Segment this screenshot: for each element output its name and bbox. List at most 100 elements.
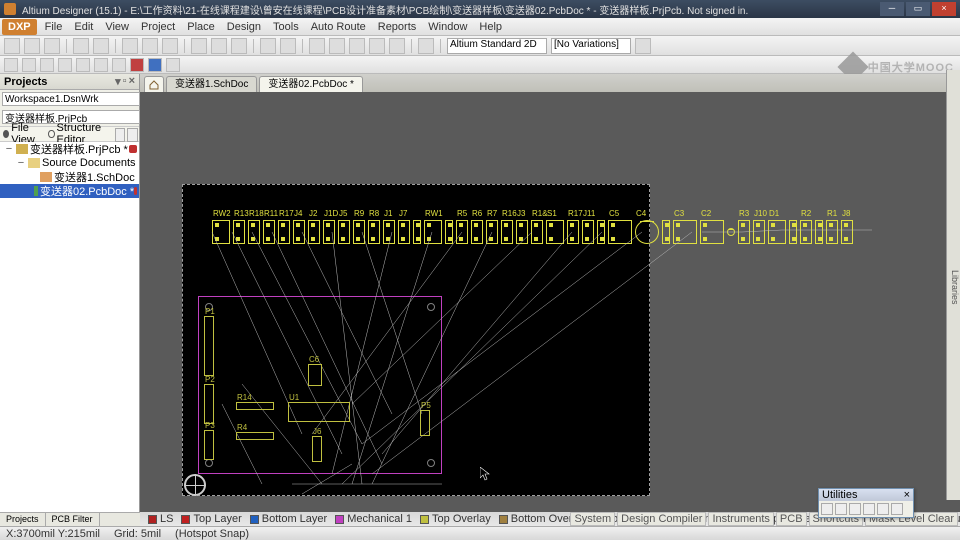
component-r14[interactable]: R14 [236,402,274,410]
panel-shortcut-tab[interactable]: System [570,512,615,526]
minimize-button[interactable]: ─ [880,2,904,16]
workspace-input[interactable] [2,92,140,106]
component-p3[interactable]: P3 [204,430,214,460]
tree-row[interactable]: 变送器02.PcbDoc * [0,184,139,198]
tb2-icon[interactable] [22,58,36,72]
app-icon [4,3,16,15]
tree-row[interactable]: 变送器1.SchDoc [0,170,139,184]
browse-icon[interactable] [418,38,434,54]
menu-project[interactable]: Project [135,19,181,35]
menu-file[interactable]: File [39,19,69,35]
new-icon[interactable] [4,38,20,54]
separator [115,39,116,53]
copy-icon[interactable] [211,38,227,54]
menu-dxp[interactable]: DXP [2,19,37,35]
component-j6[interactable]: J6 [312,436,322,462]
util-btn-icon[interactable] [891,503,903,515]
separator [184,39,185,53]
util-btn-icon[interactable] [835,503,847,515]
print-icon[interactable] [73,38,89,54]
tree-refresh-icon[interactable] [127,128,138,142]
panel-shortcut-tab[interactable]: Instruments [708,512,773,526]
file-view-radio[interactable]: File View [0,127,45,141]
tb2-color-icon[interactable] [148,58,162,72]
structure-radio[interactable]: Structure Editor [45,127,113,141]
cross-probe-icon[interactable] [309,38,325,54]
util-btn-icon[interactable] [863,503,875,515]
separator [440,39,441,53]
tab-pcbdoc[interactable]: 变送器02.PcbDoc * [259,76,363,92]
component-r4[interactable]: R4 [236,432,274,440]
component-p5[interactable]: P5 [420,410,430,436]
component-p2[interactable]: P2 [204,384,214,424]
save-icon[interactable] [44,38,60,54]
secondary-toolbar [0,56,960,74]
main-toolbar: Altium Standard 2D [No Variations] 中国大学M… [0,36,960,56]
layer-tab[interactable]: Top Overlay [416,513,495,525]
open-icon[interactable] [24,38,40,54]
layer-tab[interactable]: LS [144,513,177,525]
menu-reports[interactable]: Reports [372,19,423,35]
view-mode-combo[interactable]: Altium Standard 2D [447,38,547,54]
tb2-icon[interactable] [94,58,108,72]
tree-row[interactable]: −Source Documents [0,156,139,170]
tb2-color-icon[interactable] [130,58,144,72]
window-title: Altium Designer (15.1) - E:\工作资料\21-在线课程… [22,2,880,17]
tb2-icon[interactable] [40,58,54,72]
layer-tab[interactable]: Mechanical 1 [331,513,416,525]
deselect-icon[interactable] [369,38,385,54]
tree-config-icon[interactable] [115,128,126,142]
tree-row[interactable]: −变送器样板.PrjPcb * [0,142,139,156]
pcb-canvas[interactable]: RW2R13R18R11R17J4J2J1DJ5R9R8J1J7RW1R5R6R… [140,92,960,528]
cut-icon[interactable] [191,38,207,54]
undo-icon[interactable] [260,38,276,54]
menu-autoroute[interactable]: Auto Route [305,19,372,35]
maximize-button[interactable]: ▭ [906,2,930,16]
variation-combo[interactable]: [No Variations] [551,38,631,54]
component-u1[interactable]: U1 [288,402,350,422]
tb2-icon[interactable] [76,58,90,72]
move-icon[interactable] [349,38,365,54]
menu-view[interactable]: View [99,19,135,35]
panel-pin-icon[interactable]: ▫ [123,75,127,88]
panel-shortcut-tab[interactable]: PCB [776,512,807,526]
menu-place[interactable]: Place [181,19,221,35]
close-button[interactable]: × [932,2,956,16]
zoom-fit-icon[interactable] [142,38,158,54]
libraries-side-tab[interactable]: Libraries [946,70,960,500]
tb2-text-icon[interactable] [166,58,180,72]
redo-icon[interactable] [280,38,296,54]
tb2-icon[interactable] [58,58,72,72]
paste-icon[interactable] [231,38,247,54]
layer-tab[interactable]: Bottom Layer [246,513,331,525]
home-tab[interactable] [144,76,164,92]
footer-tab-pcbfilter[interactable]: PCB Filter [46,513,100,526]
menu-help[interactable]: Help [473,19,508,35]
select-icon[interactable] [329,38,345,54]
menu-design[interactable]: Design [221,19,267,35]
component-p1[interactable]: P1 [204,316,214,376]
variation-menu-icon[interactable] [635,38,651,54]
zoom-area-icon[interactable] [122,38,138,54]
menu-tools[interactable]: Tools [267,19,305,35]
menu-window[interactable]: Window [422,19,473,35]
component-c6[interactable]: C6 [308,364,322,386]
panel-menu-icon[interactable]: ▾ [115,75,121,88]
preview-icon[interactable] [93,38,109,54]
panel-close-icon[interactable]: × [129,75,135,88]
clear-icon[interactable] [389,38,405,54]
project-tree[interactable]: −变送器样板.PrjPcb *−Source Documents变送器1.Sch… [0,142,139,528]
layer-tab[interactable]: Top Layer [177,513,245,525]
util-btn-icon[interactable] [877,503,889,515]
tab-schdoc[interactable]: 变送器1.SchDoc [166,76,257,92]
zoom-selected-icon[interactable] [162,38,178,54]
utilities-close-icon[interactable]: × [904,489,910,501]
util-btn-icon[interactable] [821,503,833,515]
footer-tab-projects[interactable]: Projects [0,513,46,526]
menu-edit[interactable]: Edit [68,19,99,35]
util-btn-icon[interactable] [849,503,861,515]
tb2-icon[interactable] [112,58,126,72]
utilities-panel[interactable]: Utilities× [818,488,914,518]
panel-shortcut-tab[interactable]: Design Compiler [617,512,706,526]
tb2-icon[interactable] [4,58,18,72]
